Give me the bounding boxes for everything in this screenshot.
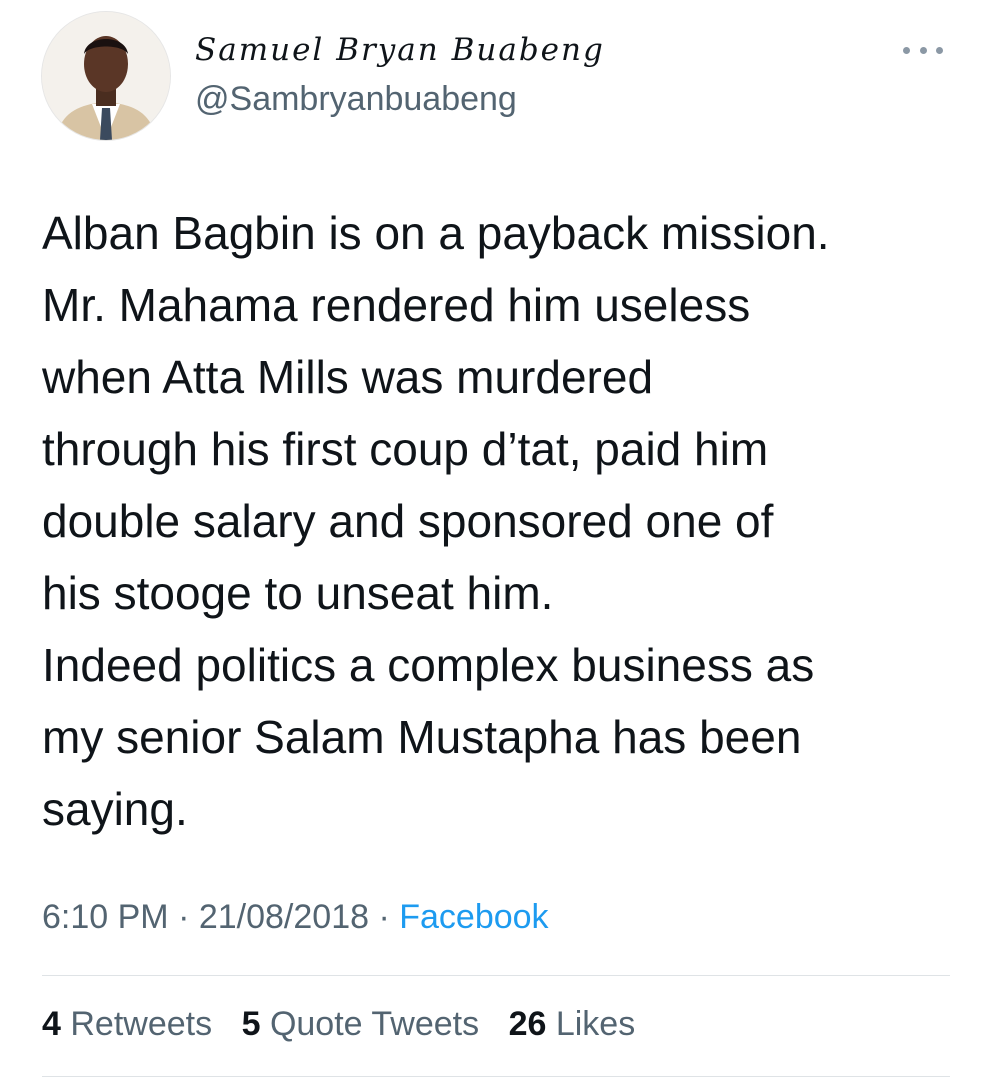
tweet-stats: 4 Retweets 5 Quote Tweets 26 Likes xyxy=(42,1005,655,1044)
tweet-text-line: my senior Salam Mustapha has been xyxy=(42,711,802,763)
retweets-count: 4 xyxy=(42,1005,61,1043)
retweets-label: Retweets xyxy=(70,1005,213,1043)
meta-separator: · xyxy=(168,898,199,936)
quote-tweets-label: Quote Tweets xyxy=(269,1005,480,1043)
tweet-text: Alban Bagbin is on a payback mission. Mr… xyxy=(42,197,962,845)
tweet-text-line: when Atta Mills was murdered xyxy=(42,351,654,403)
likes-stat[interactable]: 26 Likes xyxy=(509,1005,636,1043)
quote-tweets-stat[interactable]: 5 Quote Tweets xyxy=(242,1005,480,1043)
author-display-name[interactable]: Samuel Bryan Buabeng xyxy=(195,32,605,68)
author-handle[interactable]: @Sambryanbuabeng xyxy=(195,80,517,119)
likes-label: Likes xyxy=(555,1005,636,1043)
tweet-time[interactable]: 6:10 PM xyxy=(42,898,169,936)
avatar-photo xyxy=(42,12,170,140)
tweet-date[interactable]: 21/08/2018 xyxy=(199,898,369,936)
dot-icon xyxy=(919,46,927,54)
avatar[interactable] xyxy=(42,12,170,140)
tweet-text-line: Mr. Mahama rendered him useless xyxy=(42,279,751,331)
tweet-meta: 6:10 PM · 21/08/2018 · Facebook xyxy=(42,898,549,937)
dot-icon xyxy=(936,46,943,54)
meta-separator: · xyxy=(369,898,400,936)
tweet-source-link[interactable]: Facebook xyxy=(399,898,548,936)
tweet-text-line: Alban Bagbin is on a payback mission. xyxy=(42,207,830,259)
divider xyxy=(42,975,950,976)
tweet-text-line: Indeed politics a complex business as xyxy=(42,639,815,691)
divider xyxy=(42,1076,950,1077)
tweet-text-line: his stooge to unseat him. xyxy=(42,567,554,619)
tweet-text-line: through his first coup d’tat, paid him xyxy=(42,423,769,475)
tweet-text-line: saying. xyxy=(42,783,188,835)
retweets-stat[interactable]: 4 Retweets xyxy=(42,1005,212,1043)
quote-tweets-count: 5 xyxy=(241,1005,261,1043)
dot-icon xyxy=(903,46,910,54)
more-options-icon[interactable] xyxy=(903,38,943,62)
tweet-card: Samuel Bryan Buabeng @Sambryanbuabeng Al… xyxy=(0,0,990,1080)
likes-count: 26 xyxy=(508,1005,547,1043)
tweet-text-line: double salary and sponsored one of xyxy=(42,495,774,547)
